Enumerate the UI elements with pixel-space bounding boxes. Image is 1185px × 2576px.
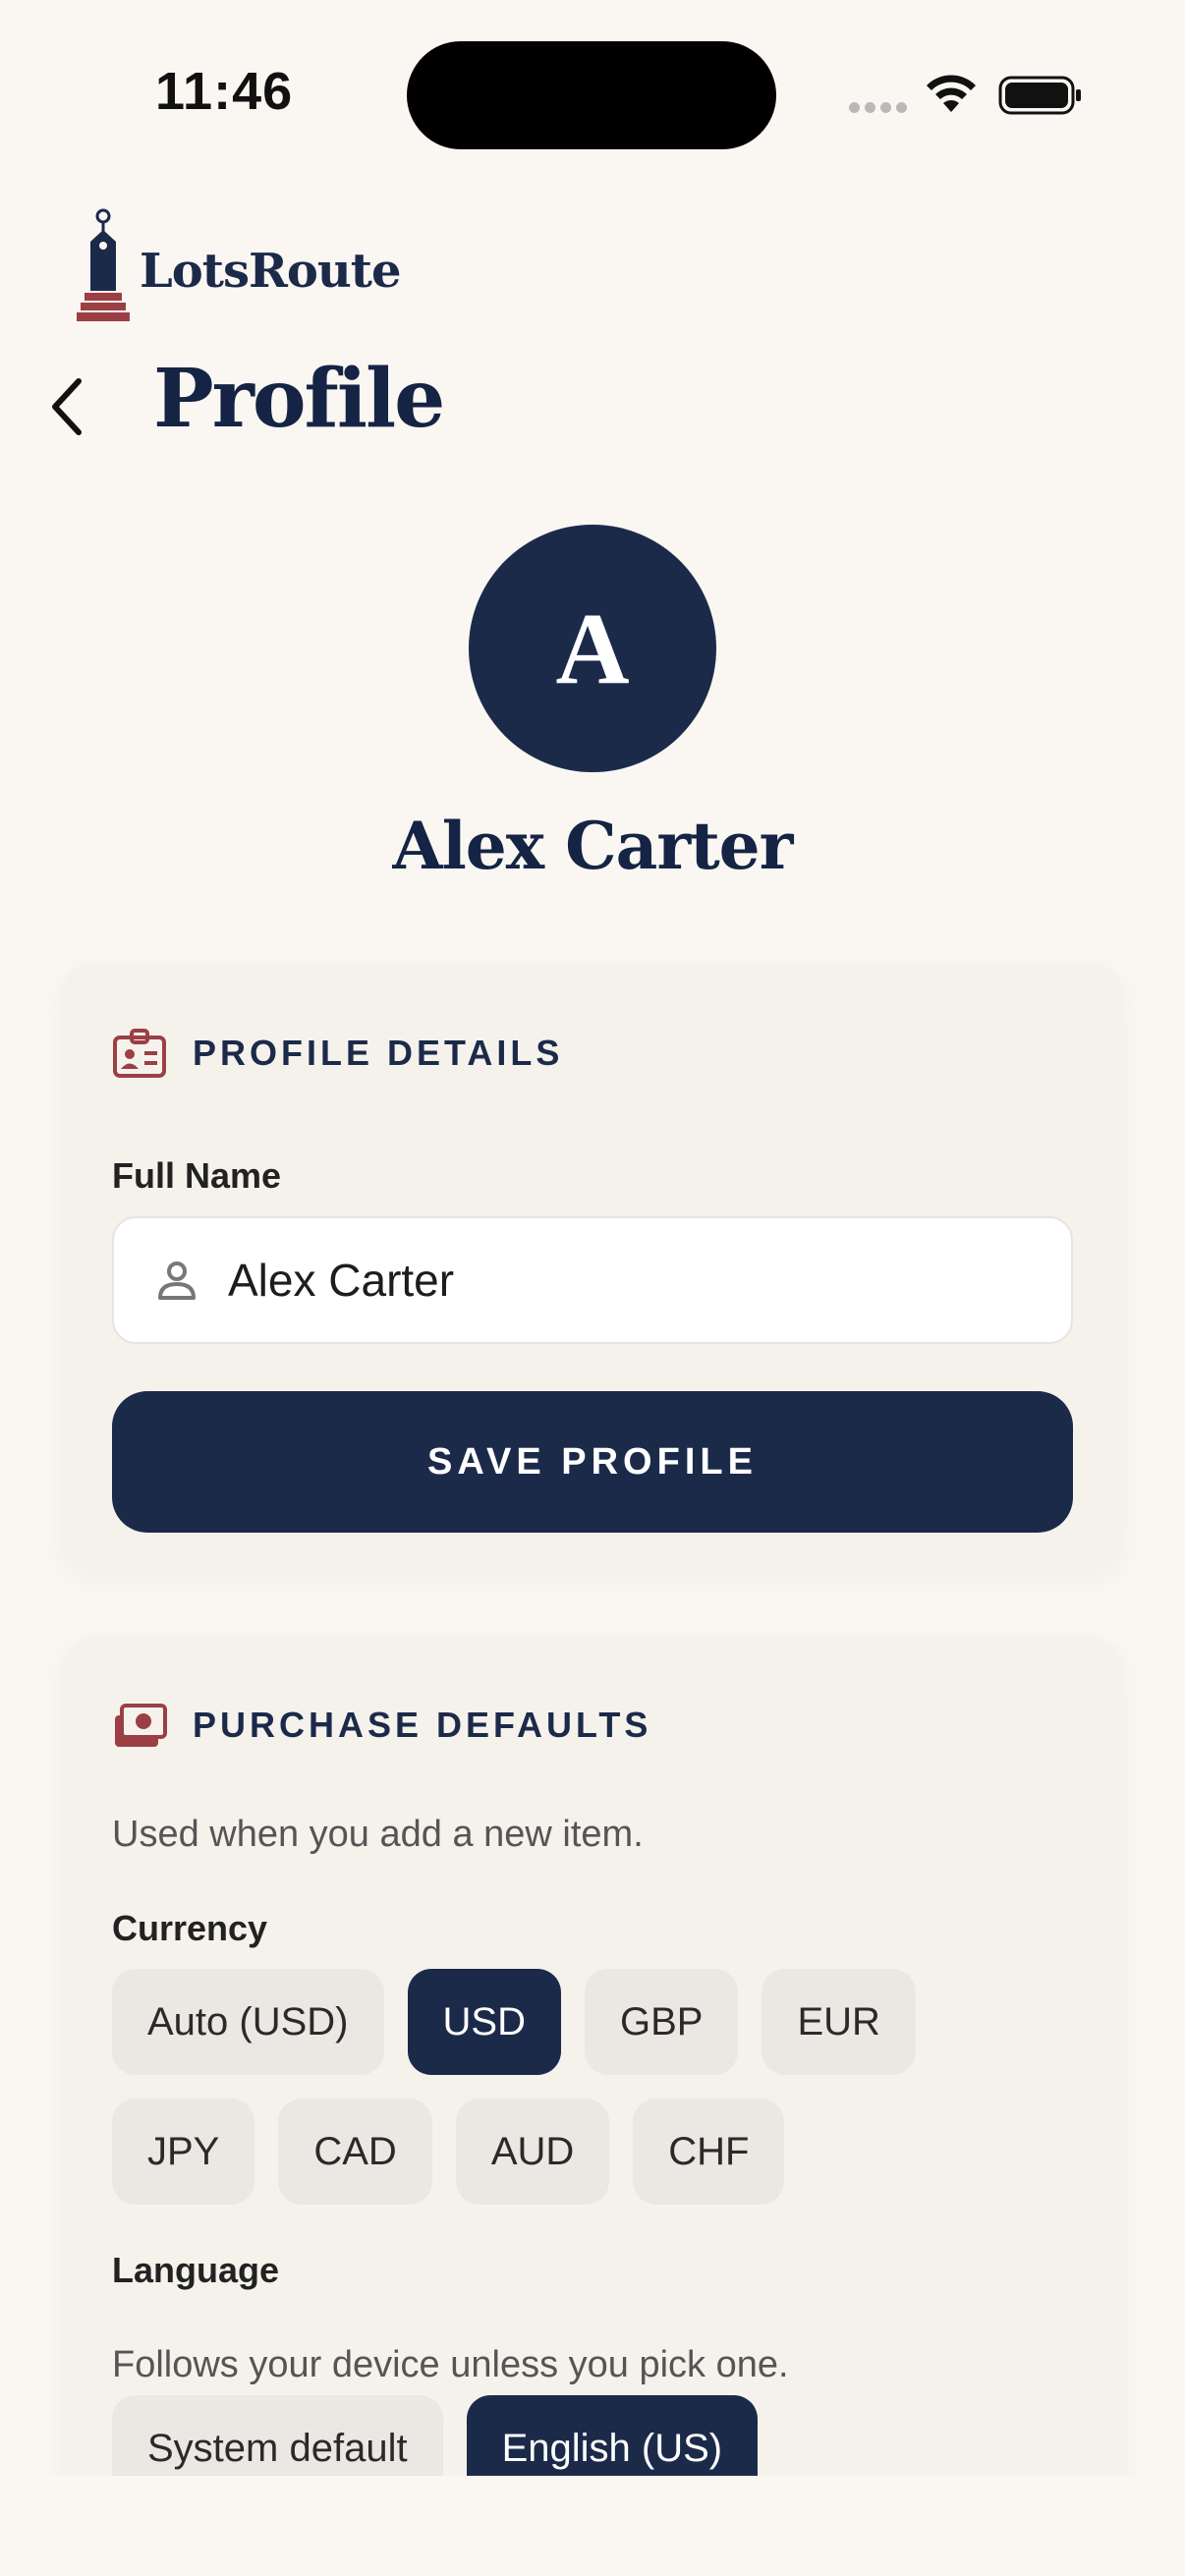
currency-chip-eur[interactable]: EUR <box>762 1969 916 2075</box>
brand-logo: LotsRoute <box>77 206 401 324</box>
full-name-field[interactable] <box>112 1216 1073 1344</box>
wifi-icon <box>927 75 976 112</box>
dynamic-island <box>407 41 776 149</box>
currency-chip-chf[interactable]: CHF <box>633 2099 785 2205</box>
person-icon <box>158 1261 196 1300</box>
avatar-initial: A <box>555 591 630 705</box>
id-badge-icon <box>113 1029 166 1078</box>
full-name-label: Full Name <box>112 1155 282 1196</box>
avatar: A <box>469 525 716 772</box>
purchase-defaults-header: PURCHASE DEFAULTS <box>112 1700 651 1751</box>
currency-chips-row-1: Auto (USD) USD GBP EUR <box>112 1969 916 2075</box>
profile-details-header: PROFILE DETAILS <box>112 1028 563 1079</box>
profile-screen: 11:46 LotsRoute Profile A Alex Carter PR… <box>0 0 1185 2576</box>
currency-chip-cad[interactable]: CAD <box>278 2099 432 2205</box>
cellular-signal-icon <box>849 102 908 116</box>
currency-label: Currency <box>112 1908 268 1948</box>
language-description: Follows your device unless you pick one. <box>112 2344 789 2385</box>
save-profile-button[interactable]: SAVE PROFILE <box>112 1391 1073 1533</box>
section-title-purchase-defaults: PURCHASE DEFAULTS <box>193 1705 652 1745</box>
section-title-profile-details: PROFILE DETAILS <box>193 1033 564 1073</box>
status-bar: 11:46 <box>0 0 1185 187</box>
currency-chip-gbp[interactable]: GBP <box>584 1969 739 2075</box>
currency-chip-usd[interactable]: USD <box>407 1969 561 2075</box>
full-name-input[interactable] <box>228 1254 1034 1307</box>
profile-details-card: PROFILE DETAILS Full Name SAVE PROFILE <box>61 963 1124 1572</box>
back-button[interactable] <box>39 367 98 446</box>
user-display-name: Alex Carter <box>392 808 794 884</box>
brand-name: LotsRoute <box>140 244 401 299</box>
purchase-defaults-card: PURCHASE DEFAULTS Used when you add a ne… <box>61 1637 1124 2576</box>
currency-chips-row-2: JPY CAD AUD CHF <box>112 2099 785 2205</box>
price-tag-logo-icon <box>77 208 130 321</box>
bottom-safe-area <box>0 2476 1185 2576</box>
money-icon <box>115 1704 167 1747</box>
currency-chip-auto[interactable]: Auto (USD) <box>112 1969 384 2075</box>
chevron-left-icon <box>52 378 82 435</box>
currency-chip-jpy[interactable]: JPY <box>112 2099 255 2205</box>
purchase-defaults-description: Used when you add a new item. <box>112 1814 644 1855</box>
battery-icon <box>998 76 1081 115</box>
page-title: Profile <box>153 352 445 446</box>
status-time: 11:46 <box>155 62 294 121</box>
currency-chip-aud[interactable]: AUD <box>455 2099 610 2205</box>
language-label: Language <box>112 2250 280 2290</box>
